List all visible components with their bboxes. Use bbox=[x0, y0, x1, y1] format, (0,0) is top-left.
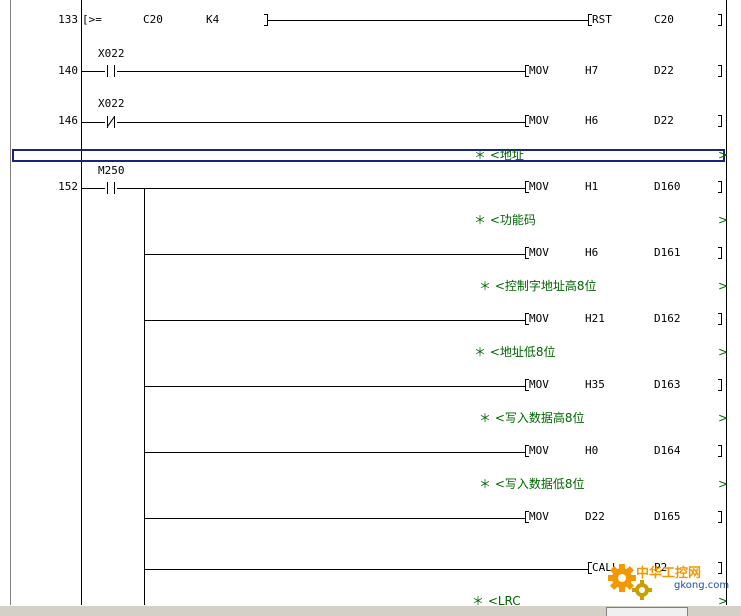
instruction-op[interactable]: MOV bbox=[529, 445, 549, 457]
selection-cursor bbox=[12, 149, 725, 162]
instruction-op[interactable]: MOV bbox=[529, 181, 549, 193]
instruction-operand-s[interactable]: D22 bbox=[585, 511, 605, 523]
instruction-close-bracket bbox=[718, 247, 722, 259]
instruction-op[interactable]: RST bbox=[592, 14, 612, 26]
instruction-operand-s[interactable]: H6 bbox=[585, 247, 598, 259]
branch-wire bbox=[144, 254, 525, 255]
rung-wire bbox=[117, 122, 525, 123]
branch-comment[interactable]: ＊ <地址低8位 bbox=[474, 345, 556, 359]
instruction-op[interactable]: MOV bbox=[529, 115, 549, 127]
instruction-operand-d[interactable]: D162 bbox=[654, 313, 681, 325]
instruction-close-bracket bbox=[718, 313, 722, 325]
branch-comment[interactable]: ＊ <写入数据低8位 bbox=[479, 477, 585, 491]
rung-wire bbox=[81, 122, 105, 123]
instruction-close-bracket bbox=[718, 115, 722, 127]
rung-wire bbox=[117, 188, 525, 189]
contact-device-label: M250 bbox=[98, 164, 125, 177]
step-number: 133 bbox=[58, 13, 78, 26]
instruction-close-bracket bbox=[718, 445, 722, 457]
step-number: 146 bbox=[58, 114, 78, 127]
right-power-rail bbox=[726, 0, 727, 605]
compare-operand-1[interactable]: C20 bbox=[143, 14, 163, 26]
branch-comment[interactable]: ＊ <写入数据高8位 bbox=[479, 411, 585, 425]
instruction-op[interactable]: MOV bbox=[529, 65, 549, 77]
instruction-operand-s[interactable]: H21 bbox=[585, 313, 605, 325]
branch-wire bbox=[144, 518, 525, 519]
rung-wire bbox=[81, 71, 105, 72]
instruction-op[interactable]: MOV bbox=[529, 247, 549, 259]
instruction-op[interactable]: MOV bbox=[529, 379, 549, 391]
instruction-operand-d[interactable]: D164 bbox=[654, 445, 681, 457]
instruction-op[interactable]: MOV bbox=[529, 511, 549, 523]
watermark: 中华工控网 gkong.com bbox=[606, 560, 736, 606]
contact-normally-open[interactable] bbox=[105, 65, 117, 77]
branch-comment[interactable]: ＊ <控制字地址高8位 bbox=[479, 279, 597, 293]
contact-normally-closed[interactable] bbox=[105, 116, 117, 128]
branch-wire bbox=[144, 452, 525, 453]
instruction-close-bracket bbox=[718, 14, 722, 26]
comment-end-marker: > bbox=[718, 345, 729, 359]
rung-comment[interactable]: ＊ <地址 bbox=[474, 148, 524, 162]
branch-wire bbox=[144, 320, 525, 321]
instruction-close-bracket bbox=[718, 379, 722, 391]
branch-bus bbox=[144, 188, 145, 605]
comment-end-marker: > bbox=[718, 148, 729, 162]
instruction-operand-d[interactable]: D165 bbox=[654, 511, 681, 523]
instruction-close-bracket bbox=[718, 511, 722, 523]
compare-operand-2[interactable]: K4 bbox=[206, 14, 219, 26]
instruction-operand-s[interactable]: H1 bbox=[585, 181, 598, 193]
branch-wire bbox=[144, 569, 588, 570]
watermark-url: gkong.com bbox=[674, 580, 730, 591]
instruction-op[interactable]: MOV bbox=[529, 313, 549, 325]
step-number: 140 bbox=[58, 64, 78, 77]
instruction-operand-d[interactable]: D22 bbox=[654, 65, 674, 77]
instruction-operand-s[interactable]: H7 bbox=[585, 65, 598, 77]
instruction-operand-d[interactable]: C20 bbox=[654, 14, 674, 26]
instruction-close-bracket bbox=[718, 65, 722, 77]
nc-slash bbox=[107, 116, 115, 127]
comment-end-marker: > bbox=[718, 477, 729, 491]
instruction-operand-s[interactable]: H6 bbox=[585, 115, 598, 127]
instruction-operand-d[interactable]: D161 bbox=[654, 247, 681, 259]
contact-device-label: X022 bbox=[98, 97, 125, 110]
compare-operator[interactable]: [>= bbox=[82, 14, 102, 26]
left-power-rail bbox=[81, 0, 82, 605]
rung-wire bbox=[81, 188, 105, 189]
editor-left-border bbox=[10, 0, 11, 605]
instruction-operand-d[interactable]: D160 bbox=[654, 181, 681, 193]
comment-end-marker: > bbox=[718, 411, 729, 425]
instruction-operand-d[interactable]: D22 bbox=[654, 115, 674, 127]
rung-wire bbox=[268, 20, 588, 21]
branch-wire bbox=[144, 386, 525, 387]
comment-end-marker: > bbox=[718, 213, 729, 227]
watermark-title: 中华工控网 bbox=[636, 566, 702, 581]
contact-normally-open[interactable] bbox=[105, 182, 117, 194]
instruction-close-bracket bbox=[718, 181, 722, 193]
instruction-operand-s[interactable]: H0 bbox=[585, 445, 598, 457]
contact-device-label: X022 bbox=[98, 47, 125, 60]
branch-comment[interactable]: ＊ <功能码 bbox=[474, 213, 536, 227]
comment-end-marker: > bbox=[718, 279, 729, 293]
instruction-operand-d[interactable]: D163 bbox=[654, 379, 681, 391]
instruction-operand-s[interactable]: H35 bbox=[585, 379, 605, 391]
step-number: 152 bbox=[58, 180, 78, 193]
rung-wire bbox=[117, 71, 525, 72]
